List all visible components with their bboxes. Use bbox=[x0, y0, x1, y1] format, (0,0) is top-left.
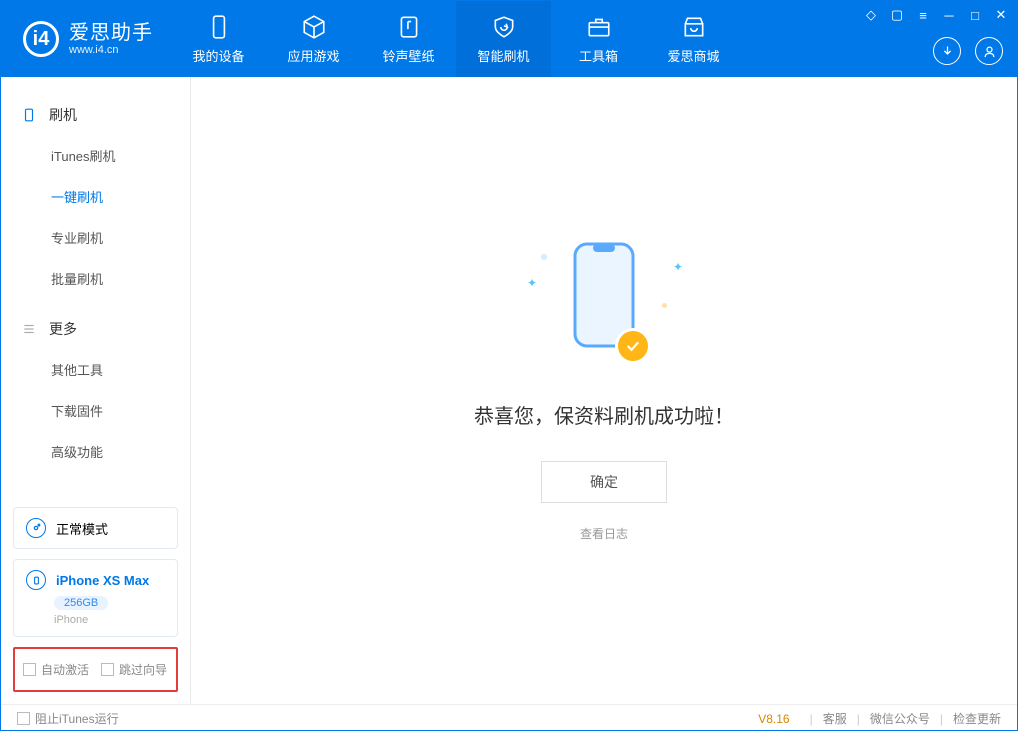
check-update-link[interactable]: 检查更新 bbox=[953, 710, 1001, 727]
sidebar-item-batch-flash[interactable]: 批量刷机 bbox=[1, 258, 190, 299]
tab-label: 铃声壁纸 bbox=[382, 46, 434, 65]
checkbox-label: 自动激活 bbox=[41, 661, 89, 678]
tab-label: 应用游戏 bbox=[287, 46, 339, 65]
toolbox-icon bbox=[586, 14, 612, 40]
device-mode-label: 正常模式 bbox=[56, 519, 108, 538]
sidebar: 刷机 iTunes刷机 一键刷机 专业刷机 批量刷机 更多 其他工具 下载固件 … bbox=[1, 77, 191, 704]
refresh-shield-icon bbox=[491, 14, 517, 40]
tab-store[interactable]: 爱思商城 bbox=[646, 1, 741, 77]
wechat-link[interactable]: 微信公众号 bbox=[870, 710, 930, 727]
device-info-card[interactable]: iPhone XS Max 256GB iPhone bbox=[13, 559, 178, 637]
user-button[interactable] bbox=[975, 37, 1003, 65]
titlebar-controls: ◇ ▢ ≡ ─ □ ✕ bbox=[863, 7, 1009, 23]
flash-options-box: 自动激活 跳过向导 bbox=[13, 647, 178, 692]
confirm-button[interactable]: 确定 bbox=[541, 461, 667, 503]
tab-ringtone[interactable]: 铃声壁纸 bbox=[361, 1, 456, 77]
tab-my-device[interactable]: 我的设备 bbox=[171, 1, 266, 77]
sidebar-item-advanced[interactable]: 高级功能 bbox=[1, 431, 190, 472]
group-label: 刷机 bbox=[49, 105, 77, 125]
maximize-button[interactable]: □ bbox=[967, 7, 983, 23]
group-label: 更多 bbox=[49, 319, 77, 339]
status-bar: 阻止iTunes运行 V8.16 | 客服 | 微信公众号 | 检查更新 bbox=[1, 704, 1017, 732]
cube-icon bbox=[301, 14, 327, 40]
sidebar-group-more: 更多 bbox=[1, 309, 190, 349]
sidebar-item-other-tools[interactable]: 其他工具 bbox=[1, 349, 190, 390]
sidebar-item-download-firmware[interactable]: 下载固件 bbox=[1, 390, 190, 431]
feedback-icon[interactable]: ▢ bbox=[889, 7, 905, 23]
tab-label: 智能刷机 bbox=[477, 46, 529, 65]
success-message: 恭喜您，保资料刷机成功啦！ bbox=[474, 400, 734, 429]
sidebar-item-pro-flash[interactable]: 专业刷机 bbox=[1, 217, 190, 258]
success-illustration: ✦ ✦ bbox=[519, 240, 689, 370]
download-button[interactable] bbox=[933, 37, 961, 65]
tab-label: 工具箱 bbox=[579, 46, 618, 65]
view-log-link[interactable]: 查看日志 bbox=[580, 525, 628, 542]
main-content: ✦ ✦ 恭喜您，保资料刷机成功啦！ 确定 查看日志 bbox=[191, 77, 1017, 704]
tab-label: 我的设备 bbox=[192, 46, 244, 65]
support-link[interactable]: 客服 bbox=[823, 710, 847, 727]
device-icon bbox=[206, 14, 232, 40]
device-capacity-badge: 256GB bbox=[54, 596, 108, 610]
store-icon bbox=[681, 14, 707, 40]
tab-smart-flash[interactable]: 智能刷机 bbox=[456, 1, 551, 77]
app-url: www.i4.cn bbox=[69, 44, 153, 56]
header-actions bbox=[933, 37, 1003, 65]
mode-icon bbox=[26, 518, 46, 538]
tab-toolbox[interactable]: 工具箱 bbox=[551, 1, 646, 77]
device-name: iPhone XS Max bbox=[56, 573, 149, 588]
main-tabs: 我的设备 应用游戏 铃声壁纸 智能刷机 工具箱 爱思商城 bbox=[171, 1, 741, 77]
app-header: i4 爱思助手 www.i4.cn 我的设备 应用游戏 铃声壁纸 智能刷机 工具… bbox=[1, 1, 1017, 77]
sidebar-item-itunes-flash[interactable]: iTunes刷机 bbox=[1, 135, 190, 176]
skip-wizard-checkbox[interactable]: 跳过向导 bbox=[101, 661, 167, 678]
block-itunes-checkbox[interactable]: 阻止iTunes运行 bbox=[17, 710, 119, 727]
phone-icon bbox=[21, 107, 37, 123]
logo: i4 爱思助手 www.i4.cn bbox=[1, 21, 171, 57]
app-name: 爱思助手 bbox=[69, 22, 153, 44]
checkmark-icon bbox=[615, 328, 651, 364]
checkbox-label: 跳过向导 bbox=[119, 661, 167, 678]
device-type: iPhone bbox=[54, 614, 88, 626]
device-mode-card[interactable]: 正常模式 bbox=[13, 507, 178, 549]
minimize-button[interactable]: ─ bbox=[941, 7, 957, 23]
phone-device-icon bbox=[26, 570, 46, 590]
checkbox-label: 阻止iTunes运行 bbox=[35, 710, 119, 727]
sidebar-group-flash: 刷机 bbox=[1, 95, 190, 135]
shirt-icon[interactable]: ◇ bbox=[863, 7, 879, 23]
sidebar-item-oneclick-flash[interactable]: 一键刷机 bbox=[1, 176, 190, 217]
auto-activate-checkbox[interactable]: 自动激活 bbox=[23, 661, 89, 678]
music-icon bbox=[396, 14, 422, 40]
tab-apps[interactable]: 应用游戏 bbox=[266, 1, 361, 77]
menu-icon[interactable]: ≡ bbox=[915, 7, 931, 23]
tab-label: 爱思商城 bbox=[667, 46, 719, 65]
logo-icon: i4 bbox=[23, 21, 59, 57]
list-icon bbox=[21, 321, 37, 337]
version-label: V8.16 bbox=[758, 712, 789, 726]
close-button[interactable]: ✕ bbox=[993, 7, 1009, 23]
